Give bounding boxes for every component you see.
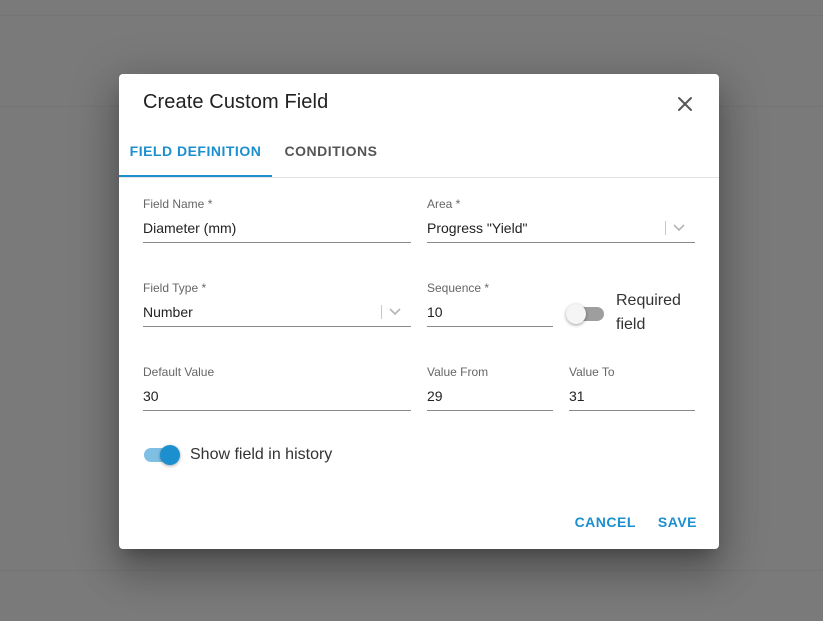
show-in-history-toggle[interactable] bbox=[143, 443, 183, 467]
create-custom-field-dialog: Create Custom Field FIELD DEFINITION CON… bbox=[119, 74, 719, 549]
chevron-down-icon[interactable] bbox=[388, 307, 402, 317]
tab-conditions[interactable]: CONDITIONS bbox=[272, 131, 390, 175]
background-divider bbox=[0, 15, 823, 16]
area-value: Progress "Yield" bbox=[427, 220, 528, 236]
sequence-field[interactable]: Sequence * 10 bbox=[427, 281, 553, 327]
area-field[interactable]: Area * Progress "Yield" bbox=[427, 197, 695, 243]
dialog-title: Create Custom Field bbox=[143, 91, 329, 113]
save-button[interactable]: SAVE bbox=[658, 514, 697, 530]
toggle-thumb bbox=[160, 445, 180, 465]
close-button[interactable] bbox=[673, 92, 697, 116]
default-value-input[interactable]: 30 bbox=[143, 386, 411, 411]
area-label: Area * bbox=[427, 197, 461, 211]
dialog-actions: CANCEL SAVE bbox=[575, 514, 697, 530]
field-name-label: Field Name * bbox=[143, 197, 213, 211]
value-to-input[interactable]: 31 bbox=[569, 386, 695, 411]
tab-bar: FIELD DEFINITION CONDITIONS bbox=[119, 131, 719, 178]
cancel-button[interactable]: CANCEL bbox=[575, 514, 636, 530]
value-to-label: Value To bbox=[569, 365, 615, 379]
field-type-field[interactable]: Field Type * Number bbox=[143, 281, 411, 327]
required-field-label: Required field bbox=[616, 289, 681, 337]
tab-field-definition[interactable]: FIELD DEFINITION bbox=[119, 131, 272, 177]
sequence-input[interactable]: 10 bbox=[427, 302, 553, 327]
field-type-select[interactable]: Number bbox=[143, 302, 411, 327]
area-select[interactable]: Progress "Yield" bbox=[427, 218, 695, 243]
required-field-toggle[interactable] bbox=[566, 302, 606, 326]
value-from-field[interactable]: Value From 29 bbox=[427, 365, 553, 411]
select-separator bbox=[665, 221, 666, 235]
sequence-label: Sequence * bbox=[427, 281, 490, 295]
required-label-line1: Required bbox=[616, 292, 681, 309]
value-from-input[interactable]: 29 bbox=[427, 386, 553, 411]
default-value-field[interactable]: Default Value 30 bbox=[143, 365, 411, 411]
value-to-field[interactable]: Value To 31 bbox=[569, 365, 695, 411]
field-name-input[interactable]: Diameter (mm) bbox=[143, 218, 411, 243]
select-separator bbox=[381, 305, 382, 319]
toggle-thumb bbox=[566, 304, 586, 324]
required-label-line2: field bbox=[616, 316, 646, 333]
value-from-label: Value From bbox=[427, 365, 489, 379]
background-divider bbox=[0, 570, 823, 571]
close-icon bbox=[678, 97, 692, 111]
field-type-value: Number bbox=[143, 304, 193, 320]
default-value-label: Default Value bbox=[143, 365, 215, 379]
chevron-down-icon[interactable] bbox=[672, 223, 686, 233]
show-in-history-label: Show field in history bbox=[190, 446, 333, 463]
field-type-label: Field Type * bbox=[143, 281, 207, 295]
field-name-field[interactable]: Field Name * Diameter (mm) bbox=[143, 197, 411, 243]
